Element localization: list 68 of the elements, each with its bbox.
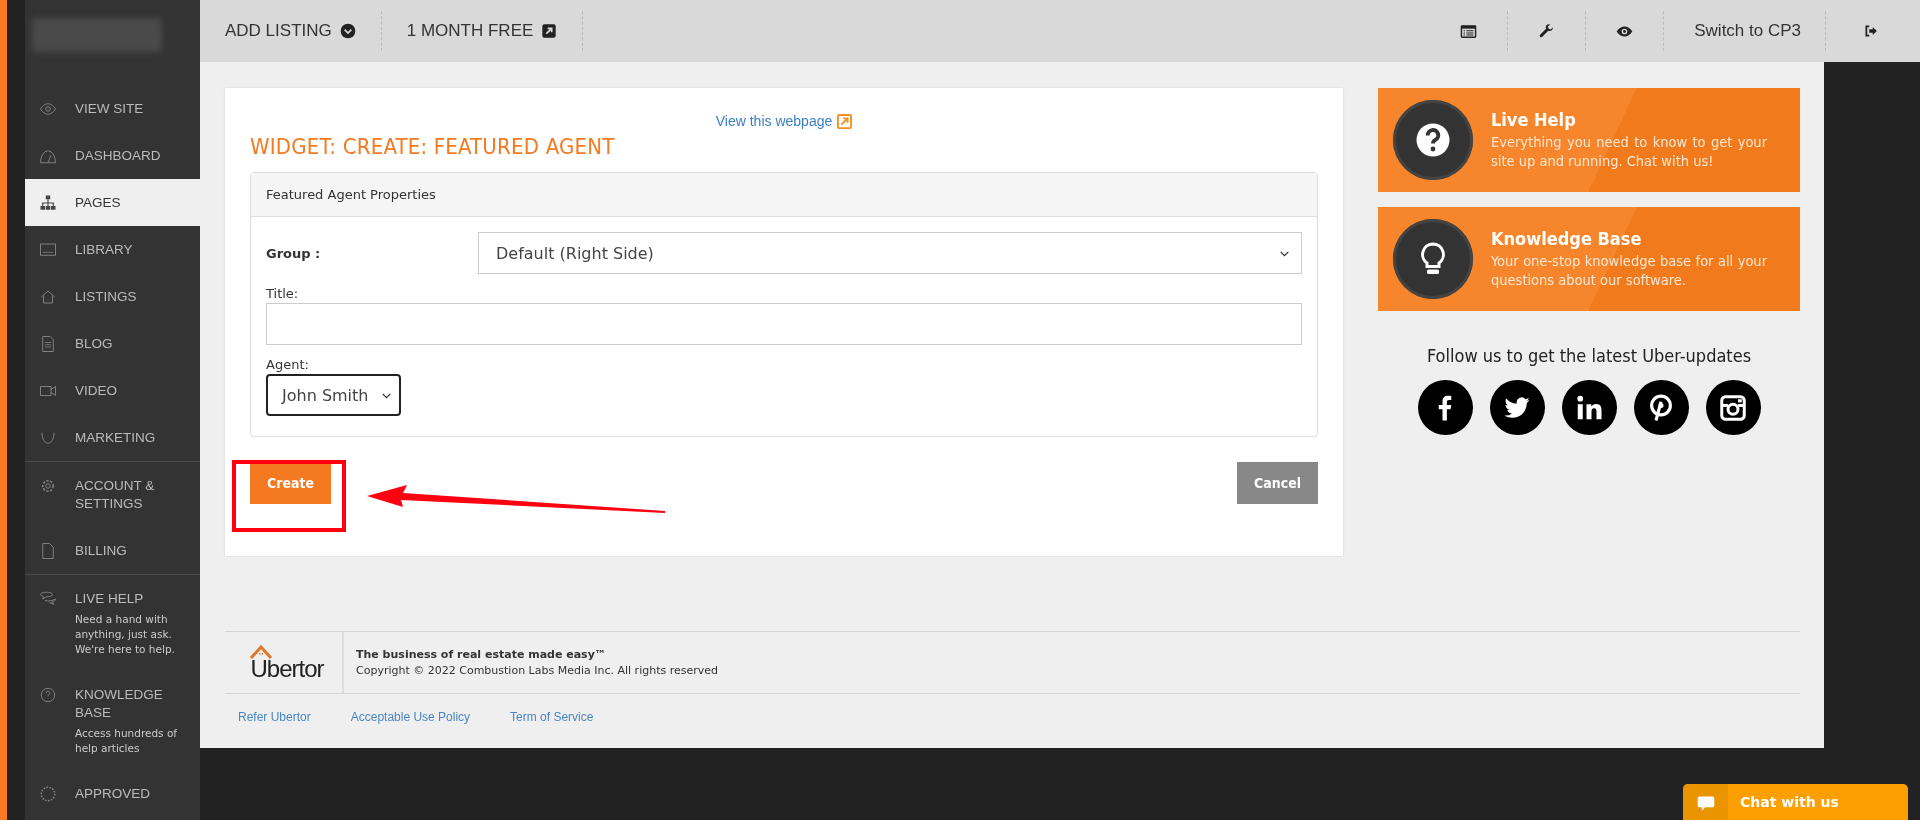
logo: Ubertor	[250, 643, 324, 682]
external-link-icon	[837, 113, 853, 129]
title-field[interactable]	[266, 303, 1302, 345]
camera-icon[interactable]	[1705, 380, 1761, 435]
footer-link[interactable]: Term of Service	[510, 710, 594, 724]
group-select[interactable]: Default (Right Side)	[478, 232, 1302, 274]
sidebar-label: BLOG	[75, 334, 114, 353]
sidebar-label: ACCOUNT & SETTINGS	[75, 476, 156, 513]
topbar-link[interactable]: ADD LISTING	[200, 11, 382, 51]
linkedin-icon[interactable]	[1561, 380, 1617, 435]
cancel-button[interactable]: Cancel	[1236, 462, 1318, 504]
title-label: Title:	[266, 286, 300, 301]
sidebar-label: BILLING	[75, 541, 128, 560]
pinterest-icon[interactable]	[1633, 380, 1689, 435]
sidebar-label: KNOWLEDGE BASE	[75, 685, 164, 722]
switch-link[interactable]: Switch to CP3	[1694, 21, 1801, 41]
badge-icon	[39, 784, 57, 803]
monitor-icon	[39, 240, 57, 259]
sidebar-item[interactable]: LIVE HELP Need a hand with anything, just ask. We're here to help.	[25, 575, 200, 671]
sidebar-label: VIDEO	[75, 381, 118, 400]
sidebar-item[interactable]: VIEW SITE	[25, 85, 200, 132]
sidebar-label: MARKETING	[75, 428, 157, 447]
sidebar-item[interactable]: APPROVED	[25, 770, 200, 817]
agent-select[interactable]: John Smith	[266, 374, 402, 416]
group-label: Group :	[266, 245, 322, 261]
page-title: WIDGET: CREATE: FEATURED AGENT	[250, 134, 616, 159]
panel-heading: Featured Agent Properties	[251, 173, 1317, 217]
topbar-link[interactable]: 1 MONTH FREE	[381, 11, 584, 51]
sidebar-item[interactable]: LISTINGS	[25, 273, 200, 320]
copyright: Copyright © 2022 Combustion Labs Media Inc. All rights reserved	[356, 662, 719, 679]
follow-text: Follow us to get the latest Uber-updates	[1425, 345, 1753, 366]
sidebar-item[interactable]: MARKETING	[25, 414, 200, 461]
help-description: Everything you need to know to get your site up and running. Chat with us!	[1491, 133, 1768, 171]
bird-icon[interactable]	[1489, 380, 1545, 435]
chevron-down-circle-icon	[339, 23, 356, 39]
document-icon	[39, 334, 57, 353]
help-title: Live Help	[1491, 109, 1577, 130]
question-icon	[39, 685, 57, 704]
sidebar-item[interactable]: VIDEO	[25, 367, 200, 414]
sidebar-item[interactable]: KNOWLEDGE BASE Access hundreds of help articles	[25, 671, 200, 770]
sidebar-item[interactable]: BLOG	[25, 320, 200, 367]
view-webpage-link[interactable]: View this webpage	[715, 113, 853, 129]
sidebar-label: VIEW SITE	[75, 99, 145, 118]
sidebar-label: APPROVED	[75, 784, 152, 803]
footer-link[interactable]: Refer Ubertor	[238, 710, 311, 724]
sidebar-description: Access hundreds of help articles	[75, 725, 179, 756]
sidebar-label: LIVE HELP	[75, 589, 145, 608]
facebook-icon[interactable]	[1417, 380, 1473, 435]
sidebar-label: LIBRARY	[75, 240, 134, 259]
sidebar-label: PAGES	[75, 193, 122, 212]
footer-link[interactable]: Acceptable Use Policy	[350, 710, 471, 724]
chat-bubbles-icon	[39, 589, 57, 608]
sidebar-item[interactable]: PAGES	[25, 179, 200, 226]
help-title: Knowledge Base	[1491, 228, 1643, 249]
sidebar-item[interactable]: ACCOUNT & SETTINGS	[25, 462, 200, 527]
tagline: The business of real estate made easy™	[356, 646, 607, 663]
sidebar-label: DASHBOARD	[75, 146, 162, 165]
question-icon	[1415, 122, 1451, 158]
external-link-icon	[541, 23, 558, 39]
sitemap-icon	[39, 193, 57, 212]
page-icon	[39, 541, 57, 560]
sidebar-description: Need a hand with anything, just ask. We're here to help.	[75, 611, 176, 657]
help-description: Your one-stop knowledge base for all your questions about our software.	[1491, 252, 1768, 290]
agent-label: Agent:	[266, 357, 310, 372]
sidebar-item[interactable]: LIBRARY	[25, 226, 200, 273]
sidebar-item[interactable]: BILLING	[25, 527, 200, 574]
sidebar-item[interactable]: DASHBOARD	[25, 132, 200, 179]
sidebar-label: LISTINGS	[75, 287, 138, 306]
